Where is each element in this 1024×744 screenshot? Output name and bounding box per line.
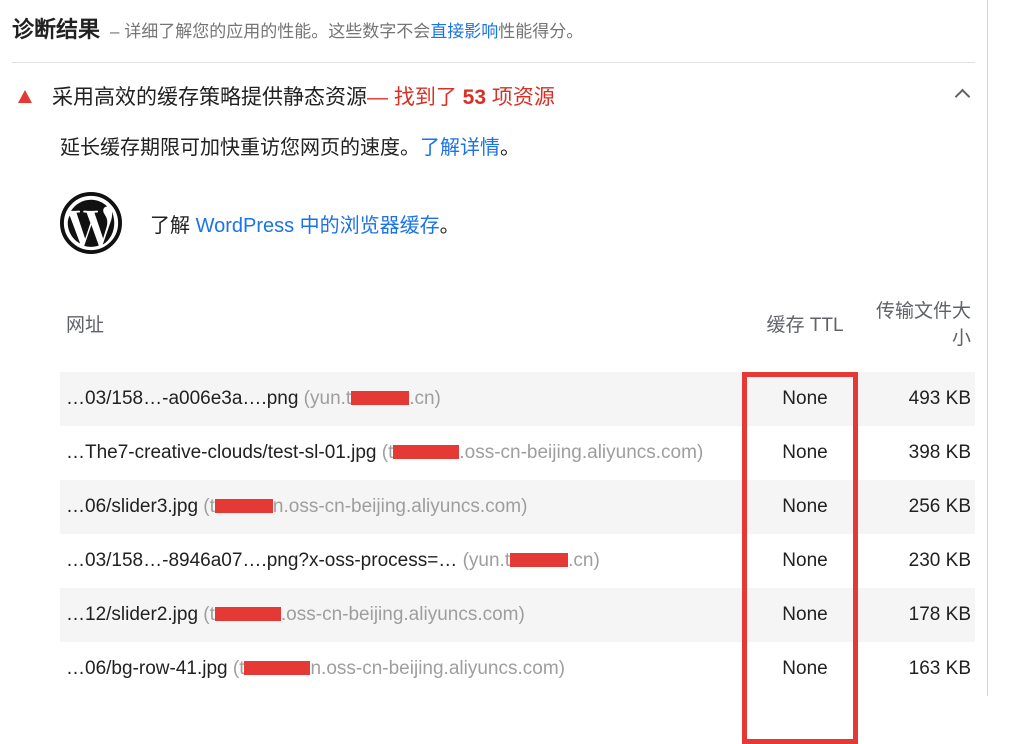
perf-score-link[interactable]: 直接影响 [430, 22, 498, 41]
col-url-header: 网址 [60, 310, 745, 337]
size-cell: 256 KB [865, 496, 975, 518]
url-host-suffix: n.oss-cn-beijing.aliyuncs.com) [310, 658, 565, 679]
section-title: 诊断结果 [12, 12, 100, 44]
url-host-prefix: (yun.t [463, 550, 511, 571]
wordpress-icon [60, 192, 122, 254]
url-host-suffix: .oss-cn-beijing.aliyuncs.com) [459, 442, 703, 463]
size-cell: 230 KB [865, 550, 975, 572]
ttl-cell: None [745, 442, 865, 464]
table-row: …The7-creative-clouds/test-sl-01.jpg (t.… [60, 426, 975, 480]
size-cell: 178 KB [865, 604, 975, 626]
url-host-prefix: (t [203, 496, 215, 517]
url-path: …The7-creative-clouds/test-sl-01.jpg [66, 442, 382, 463]
learn-more-link[interactable]: 了解详情 [420, 137, 500, 159]
table-row: …12/slider2.jpg (t .oss-cn-beijing.aliyun… [60, 588, 975, 642]
url-host-prefix: (t [203, 604, 215, 625]
url-cell: …03/158…-a006e3a….png (yun.t .cn) [60, 388, 745, 410]
audit-toggle[interactable]: 采用高效的缓存策略提供静态资源 — 找到了 53 项资源 [12, 63, 975, 117]
col-ttl-header: 缓存 TTL [745, 310, 865, 337]
size-cell: 493 KB [865, 388, 975, 410]
url-host-prefix: (t [233, 658, 245, 679]
url-cell: …06/bg-row-41.jpg (t n.oss-cn-beijing.ali… [60, 658, 745, 680]
chevron-up-icon [955, 89, 969, 103]
redacted-segment [351, 391, 409, 405]
url-path: …12/slider2.jpg [66, 604, 203, 625]
resource-table: 网址 缓存 TTL 传输文件大小 …03/158…-a006e3a….png (… [60, 290, 975, 696]
redacted-segment [215, 607, 281, 621]
ttl-cell: None [745, 388, 865, 410]
url-host-suffix: .cn) [568, 550, 600, 571]
ttl-cell: None [745, 496, 865, 518]
ttl-cell: None [745, 658, 865, 680]
url-cell: …12/slider2.jpg (t .oss-cn-beijing.aliyun… [60, 604, 745, 626]
redacted-segment [244, 661, 310, 675]
redacted-segment [510, 553, 568, 567]
wordpress-hint-text: 了解 WordPress 中的浏览器缓存。 [150, 209, 460, 238]
url-host-suffix: n.oss-cn-beijing.aliyuncs.com) [273, 496, 528, 517]
size-cell: 163 KB [865, 658, 975, 680]
section-subtitle: – 详细了解您的应用的性能。这些数字不会直接影响性能得分。 [110, 17, 583, 42]
ttl-cell: None [745, 550, 865, 572]
table-header: 网址 缓存 TTL 传输文件大小 [60, 290, 975, 372]
url-path: …06/slider3.jpg [66, 496, 203, 517]
url-host-suffix: .cn) [409, 388, 441, 409]
url-host-prefix: (yun.t [304, 388, 352, 409]
ttl-cell: None [745, 604, 865, 626]
url-host-suffix: .oss-cn-beijing.aliyuncs.com) [281, 604, 525, 625]
audit-count: — 找到了 53 项资源 [367, 81, 555, 111]
audit-description: 延长缓存期限可加快重访您网页的速度。了解详情。 [60, 131, 975, 160]
col-size-header: 传输文件大小 [865, 296, 975, 350]
table-row: …03/158…-8946a07….png?x-oss-process=… (y… [60, 534, 975, 588]
section-header: 诊断结果 – 详细了解您的应用的性能。这些数字不会直接影响性能得分。 [12, 12, 975, 63]
url-path: …03/158…-8946a07….png?x-oss-process=… [66, 550, 463, 571]
audit-body: 延长缓存期限可加快重访您网页的速度。了解详情。 了解 WordPress 中的浏… [12, 117, 975, 696]
url-host-prefix: (t [382, 442, 394, 463]
url-path: …03/158…-a006e3a….png [66, 388, 304, 409]
url-cell: …The7-creative-clouds/test-sl-01.jpg (t.… [60, 442, 745, 464]
wordpress-hint: 了解 WordPress 中的浏览器缓存。 [60, 192, 975, 254]
size-cell: 398 KB [865, 442, 975, 464]
table-row: …03/158…-a006e3a….png (yun.t .cn) None493 … [60, 372, 975, 426]
wp-cache-link[interactable]: WordPress 中的浏览器缓存 [196, 215, 440, 237]
url-cell: …06/slider3.jpg (t n.oss-cn-beijing.aliyu… [60, 496, 745, 518]
redacted-segment [393, 445, 459, 459]
table-row: …06/bg-row-41.jpg (t n.oss-cn-beijing.ali… [60, 642, 975, 696]
url-cell: …03/158…-8946a07….png?x-oss-process=… (y… [60, 550, 745, 572]
audit-title: 采用高效的缓存策略提供静态资源 [52, 81, 367, 111]
table-row: …06/slider3.jpg (t n.oss-cn-beijing.aliyu… [60, 480, 975, 534]
url-path: …06/bg-row-41.jpg [66, 658, 233, 679]
warning-triangle-icon [18, 90, 32, 103]
redacted-segment [215, 499, 273, 513]
